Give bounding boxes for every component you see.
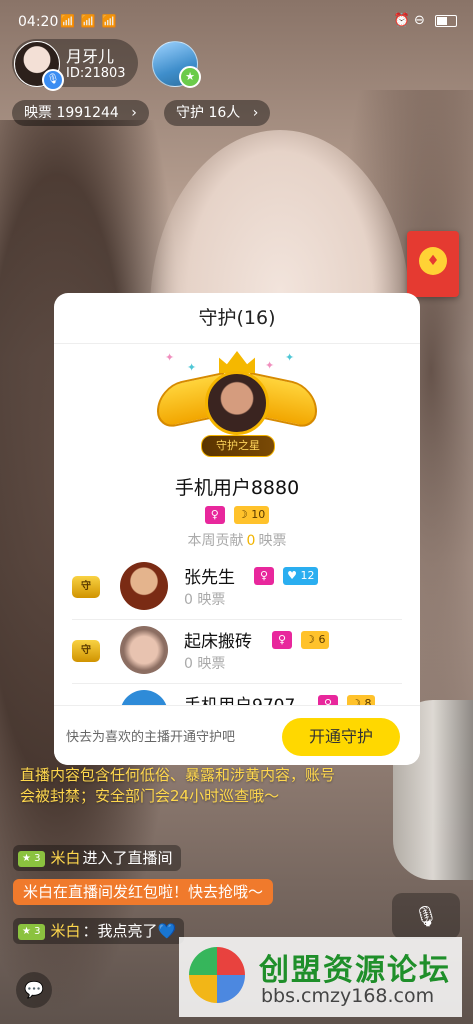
top-guard-avatar[interactable] <box>205 371 269 435</box>
sparkle-icon: ✦ <box>285 351 295 364</box>
chat-username[interactable]: 米白 <box>51 922 81 940</box>
chevron-right-icon: › <box>131 105 137 121</box>
comment-button[interactable]: 💬 <box>16 972 52 1008</box>
host-info-bar[interactable]: 🎙 月牙儿 ID:21803 <box>12 39 138 91</box>
guard-avatar[interactable] <box>120 562 168 610</box>
level-badge: ♥ 12 <box>283 566 319 585</box>
gender-badge: ♀ <box>254 566 274 585</box>
gender-badge: ♀ <box>204 505 225 524</box>
guard-name: 起床搬砖 <box>184 632 252 652</box>
guard-avatar[interactable] <box>120 626 168 674</box>
signal-icon: 📶 📶 📶 <box>60 14 118 28</box>
status-bar: 04:20 📶 📶 📶 ⏰ ⊖ <box>0 0 473 44</box>
chat-text: 米白在直播间发红包啦！快去抢哦～ <box>23 883 264 901</box>
watermark: 创盟资源论坛 bbs.cmzy168.com <box>179 937 462 1017</box>
chat-text: ：我点亮了💙 <box>82 922 177 940</box>
contrib-value: 0 <box>246 533 256 549</box>
top-guard-emblem: ✦ ✦ ✦ ✦ 守护之星 <box>157 349 317 469</box>
host-id: ID:21803 <box>66 66 126 81</box>
watermark-logo <box>189 947 245 1003</box>
chevron-right-icon: › <box>252 105 259 121</box>
user-level-badge: ★ 3 <box>18 850 45 867</box>
sparkle-icon: ✦ <box>165 351 175 364</box>
level-badge: ☽ 10 <box>233 505 270 524</box>
status-right-icons: ⏰ ⊖ <box>394 13 457 28</box>
guest-avatar[interactable]: ★ <box>152 41 201 88</box>
weekly-contribution: 本周贡献 0 映票 <box>54 530 420 550</box>
guard-tickets: 0 映票 <box>184 656 226 672</box>
guard-value: 16人 <box>208 105 241 121</box>
chat-message: ★ 3 米白 ：我点亮了💙 <box>13 918 185 944</box>
status-time: 04:20 <box>18 14 59 30</box>
guard-rank-icon: 守 <box>72 576 100 598</box>
contrib-unit: 映票 <box>258 533 287 549</box>
sparkle-icon: ✦ <box>187 361 197 374</box>
host-name: 月牙儿 <box>66 47 115 66</box>
modal-title: 守护(16) <box>54 293 420 344</box>
mic-icon: 🎙 <box>42 69 64 91</box>
sparkle-icon: ✦ <box>265 359 275 372</box>
system-notice: 直播内容包含任何低俗、暴露和涉黄内容，账号会被封禁；安全部门会24小时巡查哦～ <box>20 766 336 805</box>
guard-label: 守护 <box>176 105 204 121</box>
chat-username[interactable]: 米白 <box>51 849 81 867</box>
modal-footer: 快去为喜欢的主播开通守护吧 开通守护 <box>54 705 420 765</box>
guard-rank-icon: 守 <box>72 640 100 662</box>
chat-message: ★ 3 米白 进入了直播间 <box>13 845 181 871</box>
mic-button[interactable]: 🎙 <box>392 893 460 939</box>
star-icon: ★ <box>179 66 201 88</box>
contrib-label: 本周贡献 <box>187 533 244 549</box>
guard-list-item[interactable]: 守 起床搬砖 ♀ ☽ 6 0 映票 <box>72 623 402 684</box>
guard-name: 张先生 <box>184 568 235 588</box>
guard-list-item[interactable]: 守 张先生 ♀ ♥ 12 0 映票 <box>72 559 402 620</box>
guard-badges: ♀ ♥ 12 <box>252 565 320 585</box>
battery-icon <box>435 14 457 27</box>
ticket-value: 1991244 <box>56 105 119 121</box>
watermark-title: 创盟资源论坛 <box>259 953 451 988</box>
footer-hint: 快去为喜欢的主播开通守护吧 <box>66 730 236 745</box>
top-guard-badges: ♀ ☽ 10 <box>54 504 420 524</box>
guard-star-badge: 守护之星 <box>201 435 275 457</box>
guard-badges: ♀ ☽ 6 <box>270 629 331 649</box>
red-packet-button[interactable]: ♦ <box>407 231 459 297</box>
ticket-label: 映票 <box>24 105 52 121</box>
open-guard-button[interactable]: 开通守护 <box>282 718 400 756</box>
top-guard-name: 手机用户8880 <box>174 477 300 499</box>
gender-badge: ♀ <box>272 630 292 649</box>
guard-tickets: 0 映票 <box>184 592 226 608</box>
red-packet-notice[interactable]: 米白在直播间发红包啦！快去抢哦～ <box>13 879 274 905</box>
crown-icon <box>219 351 255 373</box>
user-level-badge: ★ 3 <box>18 923 45 940</box>
ticket-pill[interactable]: 映票 1991244 › <box>12 100 149 126</box>
red-packet-icon: ♦ <box>419 247 447 275</box>
mic-icon: 🎙 <box>413 904 439 928</box>
comment-icon: 💬 <box>24 980 44 999</box>
guard-pill[interactable]: 守护 16人 › <box>164 100 271 126</box>
alarm-icon: ⏰ ⊖ <box>393 13 425 28</box>
watermark-url: bbs.cmzy168.com <box>261 985 435 1007</box>
chat-text: 进入了直播间 <box>82 849 173 867</box>
level-badge: ☽ 6 <box>301 630 330 649</box>
guard-modal: 守护(16) ✦ ✦ ✦ ✦ 守护之星 手机用户8880 ♀ ☽ 10 本周贡献… <box>54 293 420 765</box>
